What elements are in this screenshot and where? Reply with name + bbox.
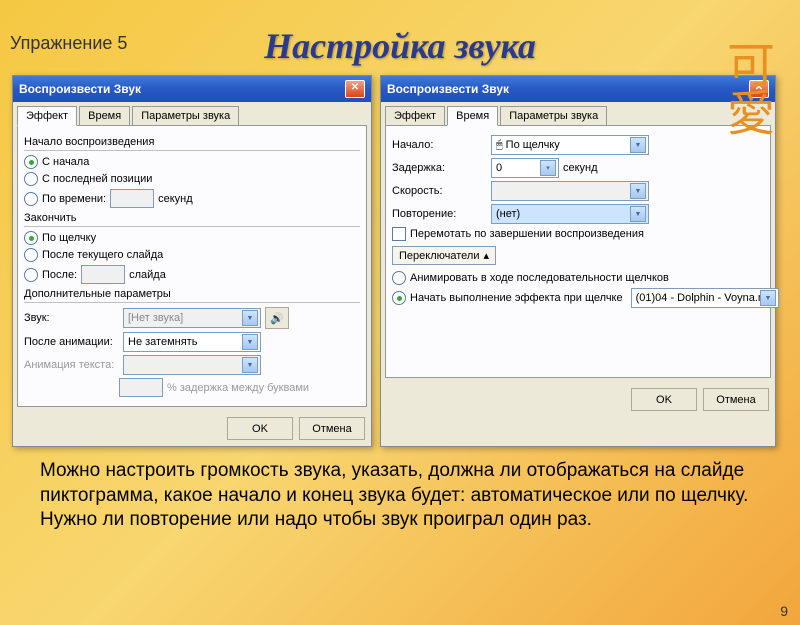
tab-sound-params[interactable]: Параметры звука bbox=[500, 106, 607, 125]
radio-after-slide[interactable] bbox=[24, 248, 38, 262]
mouse-icon: 🖱 bbox=[496, 139, 503, 151]
tab-time[interactable]: Время bbox=[447, 106, 498, 126]
delay-spinner bbox=[119, 378, 163, 397]
radio-from-last[interactable] bbox=[24, 172, 38, 186]
tab-time[interactable]: Время bbox=[79, 106, 130, 125]
switchers-button[interactable]: Переключатели▴ bbox=[392, 246, 496, 265]
ok-button[interactable]: OK bbox=[631, 388, 697, 411]
collapse-icon: ▴ bbox=[483, 249, 489, 262]
titlebar: Воспроизвести Звук ✕ bbox=[13, 76, 371, 102]
chevron-down-icon[interactable]: ▼ bbox=[760, 290, 775, 306]
dialog-sound-effect: Воспроизвести Звук ✕ Эффект Время Параме… bbox=[12, 75, 372, 447]
cancel-button[interactable]: Отмена bbox=[703, 388, 769, 411]
description-text: Можно настроить громкость звука, указать… bbox=[0, 453, 800, 539]
trigger-select[interactable]: (01)04 - Dolphin - Voyna.m▼ bbox=[631, 288, 779, 308]
repeat-select[interactable]: (нет)▼ bbox=[491, 204, 649, 224]
tab-sound-params[interactable]: Параметры звука bbox=[132, 106, 239, 125]
chevron-down-icon[interactable]: ▼ bbox=[242, 334, 258, 350]
start-select[interactable]: 🖱 По щелчку▼ bbox=[491, 135, 649, 155]
radio-animate-sequence[interactable] bbox=[392, 271, 406, 285]
chevron-down-icon[interactable]: ▼ bbox=[630, 137, 646, 153]
chevron-down-icon[interactable]: ▼ bbox=[630, 206, 646, 222]
text-anim-select: ▼ bbox=[123, 355, 261, 375]
group-end-label: Закончить bbox=[24, 212, 360, 224]
group-extra-label: Дополнительные параметры bbox=[24, 288, 360, 300]
chevron-down-icon: ▼ bbox=[630, 183, 646, 199]
speed-select: ▼ bbox=[491, 181, 649, 201]
page-number: 9 bbox=[780, 603, 788, 619]
radio-on-click[interactable] bbox=[24, 231, 38, 245]
group-start-label: Начало воспроизведения bbox=[24, 136, 360, 148]
radio-start-on-click[interactable] bbox=[392, 291, 406, 305]
exercise-label: Упражнение 5 bbox=[10, 33, 127, 54]
radio-after-n[interactable] bbox=[24, 268, 38, 282]
sound-select: [Нет звука]▼ bbox=[123, 308, 261, 328]
rewind-checkbox[interactable] bbox=[392, 227, 406, 241]
slides-spinner bbox=[81, 265, 125, 284]
dialog-title: Воспроизвести Звук bbox=[19, 82, 141, 96]
time-spinner bbox=[110, 189, 154, 208]
spinner-icon[interactable]: ▾ bbox=[540, 160, 556, 176]
cancel-button[interactable]: Отмена bbox=[299, 417, 365, 440]
kanji-decoration: 可愛 bbox=[710, 40, 780, 136]
tab-effect[interactable]: Эффект bbox=[385, 106, 445, 125]
chevron-down-icon: ▼ bbox=[242, 357, 258, 373]
close-icon[interactable]: ✕ bbox=[345, 80, 365, 98]
radio-from-start[interactable] bbox=[24, 155, 38, 169]
speaker-icon[interactable]: 🔊 bbox=[265, 307, 289, 329]
ok-button[interactable]: OK bbox=[227, 417, 293, 440]
dialog-title: Воспроизвести Звук bbox=[387, 82, 509, 96]
after-anim-select[interactable]: Не затемнять▼ bbox=[123, 332, 261, 352]
delay-input[interactable]: 0▾ bbox=[491, 158, 559, 178]
tab-effect[interactable]: Эффект bbox=[17, 106, 77, 126]
chevron-down-icon: ▼ bbox=[242, 310, 258, 326]
radio-by-time[interactable] bbox=[24, 192, 38, 206]
